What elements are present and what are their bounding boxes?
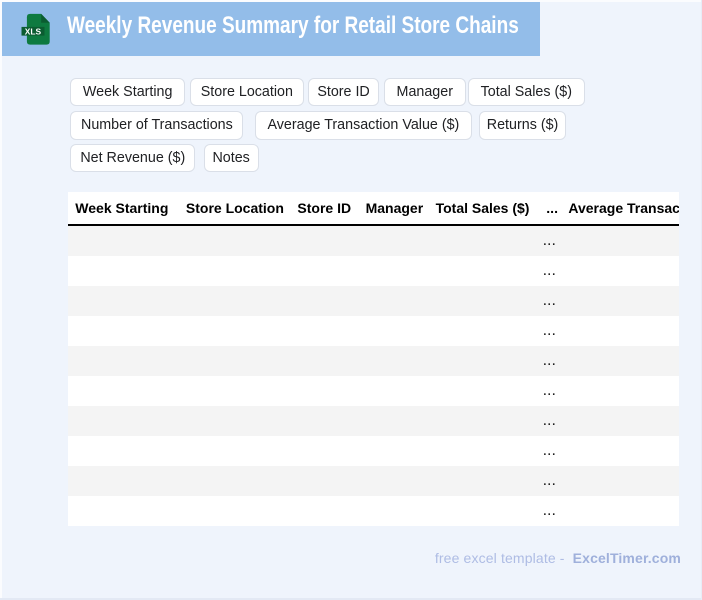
svg-text:XLS: XLS [25, 26, 42, 36]
